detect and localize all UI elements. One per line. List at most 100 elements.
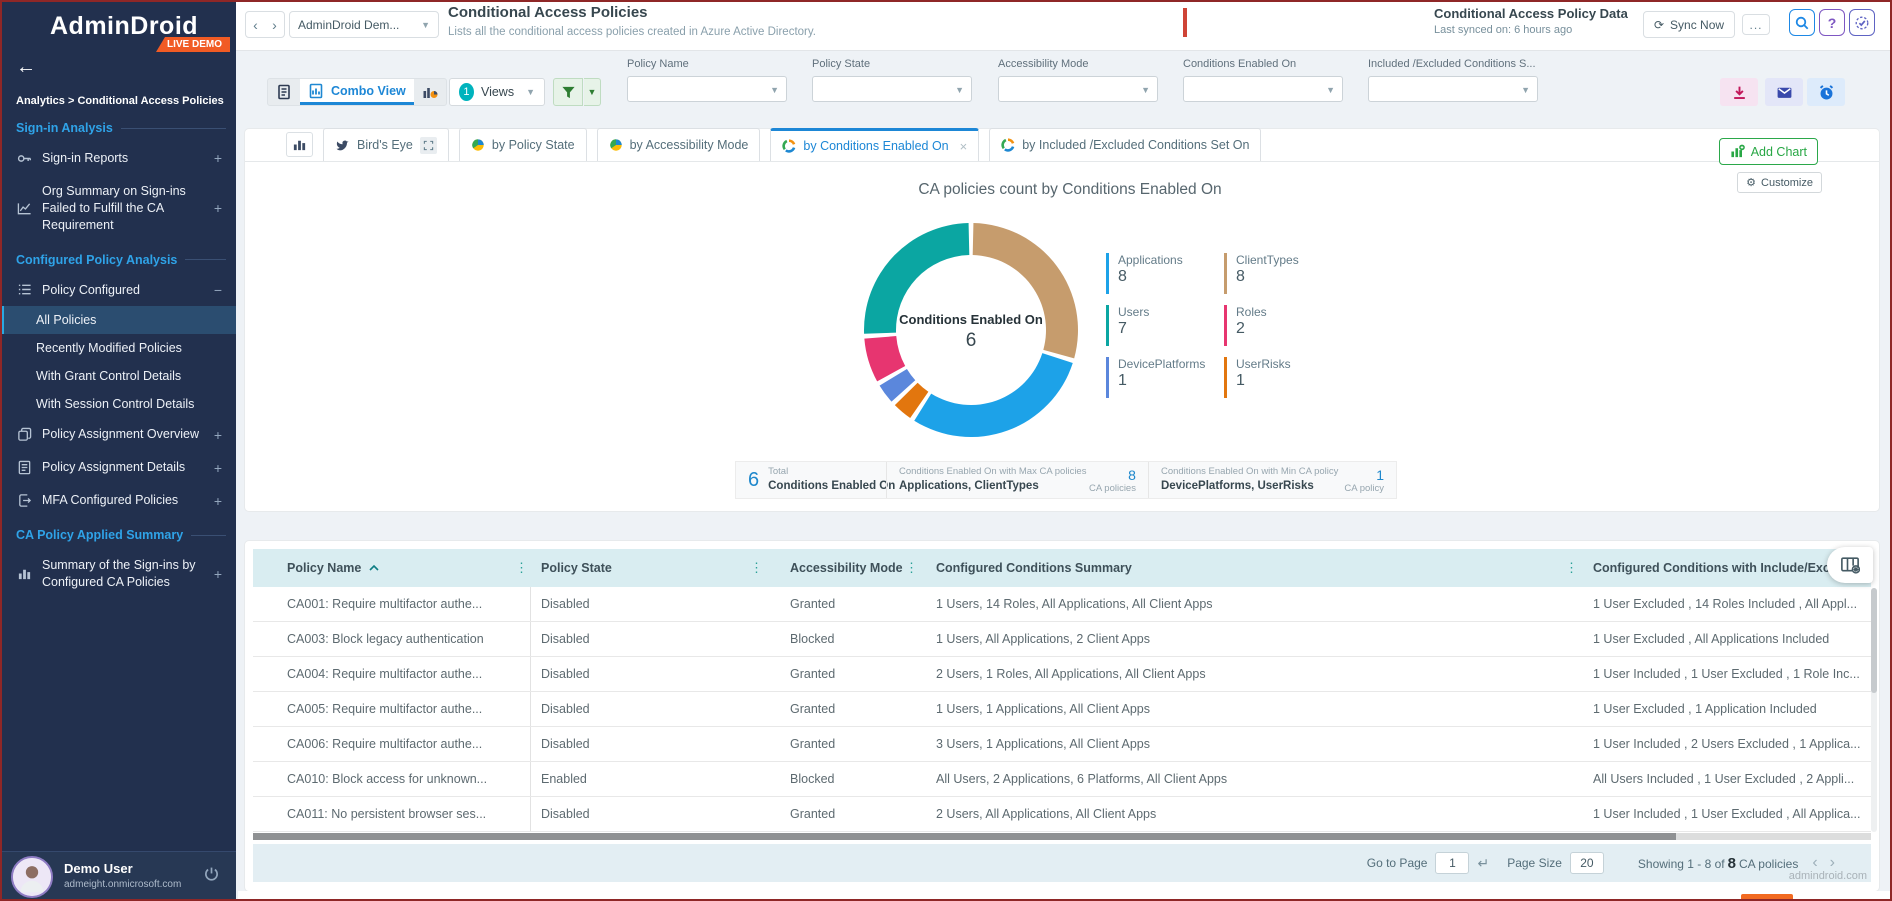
filter-select[interactable]: ▼	[998, 76, 1158, 102]
legend-entry: ClientTypes8	[1224, 253, 1342, 294]
chevron-right-icon[interactable]: ›	[272, 17, 277, 33]
chart-tab[interactable]: by Accessibility Mode	[597, 128, 761, 161]
expander-icon[interactable]: +	[212, 427, 228, 443]
add-chart-icon	[1730, 144, 1745, 159]
filter-select[interactable]: ▼	[812, 76, 972, 102]
return-icon[interactable]: ↵	[1477, 855, 1489, 872]
sidebar-subitem[interactable]: Recently Modified Policies	[0, 334, 236, 362]
table-row[interactable]: CA011: No persistent browser ses...Disab…	[253, 797, 1871, 832]
combo-view-tab[interactable]: Combo View	[300, 79, 414, 105]
views-dropdown[interactable]: 1 Views ▼	[449, 78, 545, 106]
filter-select[interactable]: ▼	[627, 76, 787, 102]
legend-value: 1	[1118, 372, 1224, 390]
expander-icon[interactable]: +	[212, 150, 228, 166]
history-nav[interactable]: ‹›	[245, 11, 285, 38]
collapse-sidebar-icon[interactable]: ←	[16, 56, 36, 79]
doc-out-icon	[15, 493, 33, 508]
more-options-button[interactable]: ...	[1742, 14, 1770, 35]
legend-value: 2	[1236, 320, 1342, 338]
column-menu-icon[interactable]: ⋮	[750, 560, 763, 576]
tenant-dropdown[interactable]: AdminDroid Dem...▼	[289, 11, 439, 38]
sidebar-item[interactable]: Policy Configured−	[0, 274, 236, 307]
search-button[interactable]	[1789, 9, 1815, 36]
chart-tab-label: by Included /Excluded Conditions Set On	[1022, 138, 1249, 152]
download-button[interactable]	[1720, 78, 1758, 106]
sidebar-subitem[interactable]: All Policies	[0, 306, 236, 334]
page-number-input[interactable]	[1435, 852, 1469, 874]
chart-tab[interactable]: by Policy State	[459, 128, 587, 161]
page-size-input[interactable]	[1570, 852, 1604, 874]
expander-icon[interactable]: +	[212, 200, 228, 216]
task-status-button[interactable]	[1849, 9, 1875, 36]
topbar: ‹› AdminDroid Dem...▼ Conditional Access…	[236, 0, 1892, 51]
column-header[interactable]: Policy Name⋮	[253, 549, 531, 587]
expander-icon[interactable]: +	[212, 493, 228, 509]
list-icon	[15, 282, 33, 297]
filter-button[interactable]	[553, 78, 583, 106]
expander-icon[interactable]: +	[212, 460, 228, 476]
add-chart-button[interactable]: Add Chart	[1719, 138, 1818, 165]
sidebar-item[interactable]: MFA Configured Policies+	[0, 484, 236, 517]
table-row[interactable]: CA001: Require multifactor authe...Disab…	[253, 587, 1871, 622]
filter-label: Policy Name	[627, 58, 787, 70]
sidebar-item-label: Summary of the Sign-ins by Configured CA…	[42, 557, 203, 591]
column-menu-icon[interactable]: ⋮	[515, 560, 528, 576]
chart-card: Bird's Eye by Policy State by Accessibilit…	[244, 128, 1880, 512]
sidebar-nav: Sign-in AnalysisSign-in Reports+Org Summ…	[0, 110, 236, 599]
summary-sub: Conditions Enabled On with Max CA polici…	[899, 466, 1086, 478]
chevron-left-icon[interactable]: ‹	[253, 17, 258, 33]
filter-select[interactable]: ▼	[1183, 76, 1343, 102]
column-menu-icon[interactable]: ⋮	[905, 560, 918, 576]
table-cell: Disabled	[531, 692, 766, 726]
chart-tab-label: Bird's Eye	[357, 138, 413, 152]
expander-icon[interactable]: −	[212, 282, 228, 298]
column-header[interactable]: Accessibility Mode⋮	[766, 549, 921, 587]
legend-label: DevicePlatforms	[1118, 357, 1224, 371]
sidebar-item[interactable]: Sign-in Reports+	[0, 142, 236, 175]
avatar[interactable]	[11, 856, 53, 898]
logout-power-icon[interactable]	[203, 866, 220, 888]
chart-tab[interactable]: by Conditions Enabled On×	[770, 128, 979, 161]
chart-list-button[interactable]	[286, 132, 313, 157]
sidebar-item[interactable]: Policy Assignment Overview+	[0, 418, 236, 451]
table-row[interactable]: CA004: Require multifactor authe...Disab…	[253, 657, 1871, 692]
horizontal-scrollbar[interactable]	[253, 833, 1871, 840]
table-view-button[interactable]	[268, 79, 300, 105]
column-header[interactable]: Policy State⋮	[531, 549, 766, 587]
column-header[interactable]: Configured Conditions Summary⋮	[921, 549, 1581, 587]
table-cell: 1 User Included , 1 User Excluded , All …	[1581, 797, 1873, 831]
table-row[interactable]: CA010: Block access for unknown...Enable…	[253, 762, 1871, 797]
vertical-scrollbar[interactable]	[1871, 588, 1877, 832]
table-cell: 2 Users, All Applications, All Client Ap…	[921, 797, 1581, 831]
filter-select[interactable]: ▼	[1368, 76, 1538, 102]
schedule-button[interactable]	[1807, 78, 1845, 106]
filter-dropdown-caret[interactable]: ▼	[584, 78, 601, 106]
legend-value: 8	[1118, 268, 1224, 286]
expand-icon[interactable]	[420, 137, 437, 154]
sidebar-item[interactable]: Summary of the Sign-ins by Configured CA…	[0, 549, 236, 599]
sidebar-item[interactable]: Policy Assignment Details+	[0, 451, 236, 484]
chart-title: CA policies count by Conditions Enabled …	[765, 181, 1375, 199]
nav-section-header: CA Policy Applied Summary	[0, 517, 236, 549]
table-body: CA001: Require multifactor authe...Disab…	[253, 587, 1871, 832]
table-row[interactable]: CA006: Require multifactor authe...Disab…	[253, 727, 1871, 762]
column-header-label: Accessibility Mode	[790, 561, 903, 575]
chart-tab[interactable]: Bird's Eye	[323, 128, 449, 161]
close-icon[interactable]: ×	[960, 139, 968, 154]
table-row[interactable]: CA003: Block legacy authenticationDisabl…	[253, 622, 1871, 657]
sidebar-item[interactable]: Org Summary on Sign-ins Failed to Fulfil…	[0, 175, 236, 242]
email-button[interactable]	[1765, 78, 1803, 106]
column-settings-button[interactable]	[1827, 547, 1873, 583]
table-cell: 2 Users, 1 Roles, All Applications, All …	[921, 657, 1581, 691]
sidebar-subitem[interactable]: With Session Control Details	[0, 390, 236, 418]
expander-icon[interactable]: +	[212, 566, 228, 582]
customize-button[interactable]: ⚙ Customize	[1737, 172, 1822, 193]
help-button[interactable]: ?	[1819, 9, 1845, 36]
table-row[interactable]: CA005: Require multifactor authe...Disab…	[253, 692, 1871, 727]
chart-tab[interactable]: by Included /Excluded Conditions Set On	[989, 128, 1261, 161]
summary-sub: Conditions Enabled On with Min CA policy	[1161, 466, 1338, 478]
sync-now-button[interactable]: ⟳Sync Now	[1643, 11, 1735, 38]
column-menu-icon[interactable]: ⋮	[1565, 560, 1578, 576]
charts-view-button[interactable]	[414, 79, 446, 105]
sidebar-subitem[interactable]: With Grant Control Details	[0, 362, 236, 390]
